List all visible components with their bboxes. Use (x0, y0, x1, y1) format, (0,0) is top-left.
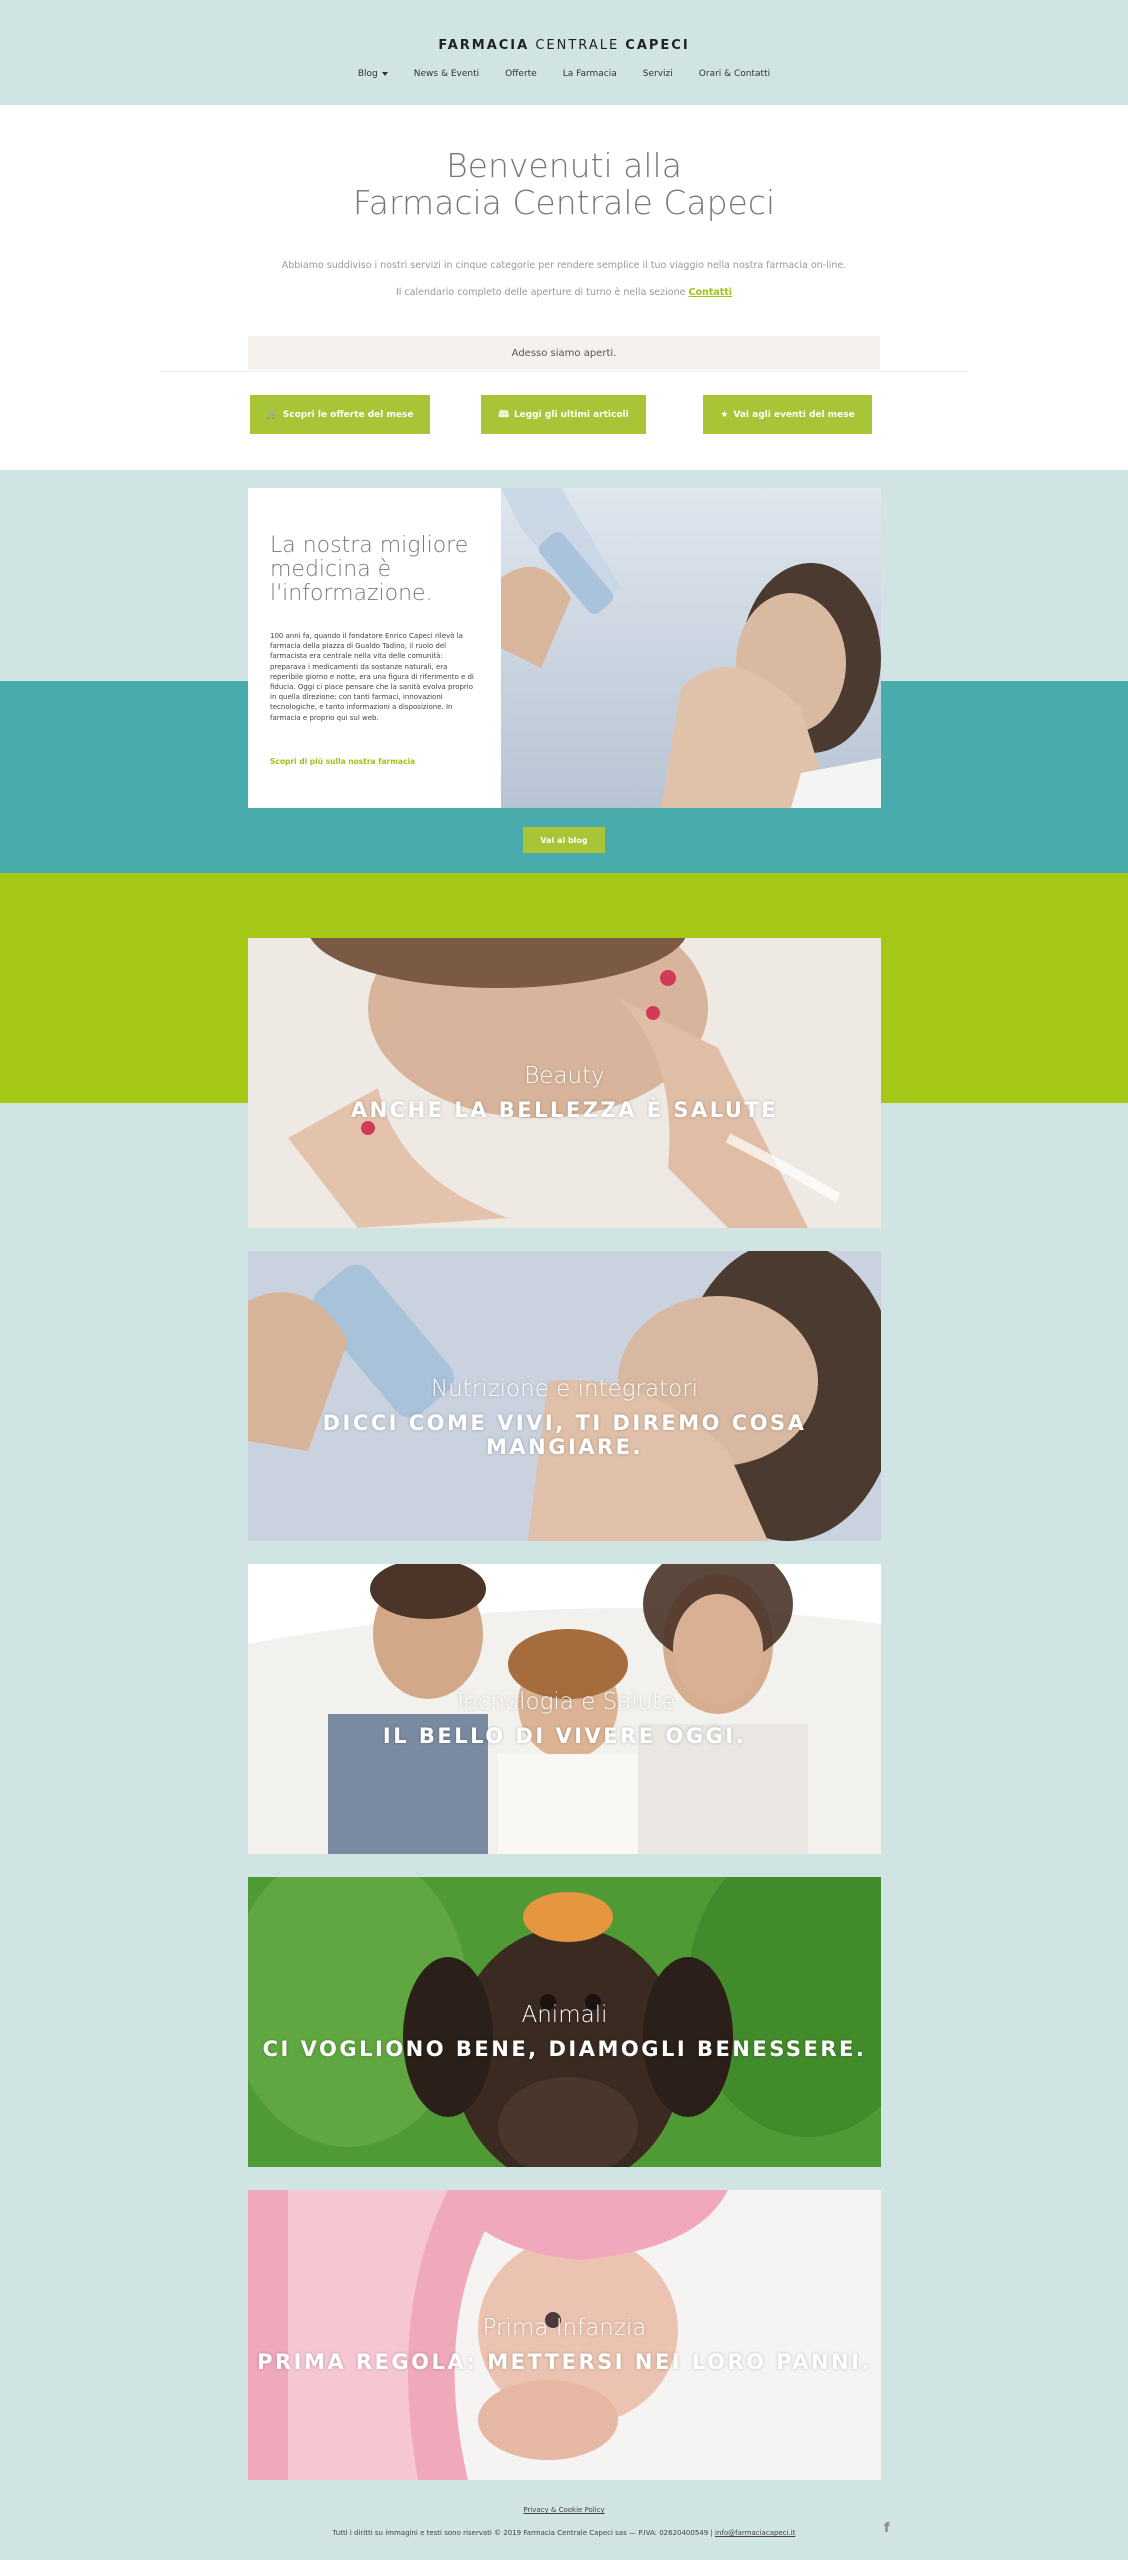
category-title: Animali (521, 2002, 608, 2028)
page-title-line2: Farmacia Centrale Capeci (352, 183, 776, 222)
nav-item-la-farmacia[interactable]: La Farmacia (550, 69, 630, 79)
info-title: La nostra migliore medicina è l'informaz… (270, 533, 469, 606)
site-footer: Privacy & Cookie Policy Tutti i diritti … (0, 2497, 1128, 2537)
offers-button[interactable]: 🛒 Scopri le offerte del mese (250, 395, 430, 434)
nav-item-blog[interactable]: Blog (345, 69, 401, 79)
blog-button[interactable]: Vai al blog (523, 827, 605, 853)
info-body: 100 anni fa, quando il fondatore Enrico … (270, 632, 474, 722)
site-header: FARMACIA CENTRALE CAPECI Blog News & Eve… (0, 0, 1128, 105)
logo-word-capeci: CAPECI (625, 38, 690, 53)
nav-label: Servizi (642, 69, 673, 79)
events-button[interactable]: ★ Vai agli eventi del mese (703, 395, 872, 434)
category-subtitle: CI VOGLIONO BENE, DIAMOGLI BENESSERE. (262, 2037, 867, 2061)
star-icon: ★ (720, 409, 729, 420)
nav-label: Blog (357, 69, 378, 79)
nav-item-offerte[interactable]: Offerte (492, 69, 550, 79)
nav-label: La Farmacia (562, 69, 617, 79)
divider (160, 371, 968, 372)
category-subtitle: ANCHE LA BELLEZZA È SALUTE (350, 1098, 779, 1122)
copyright-text: Tutti i diritti su immagini e testi sono… (0, 2529, 1128, 2537)
category-subtitle: PRIMA REGOLA: METTERSI NEI LORO PANNI. (257, 2350, 872, 2374)
copyright-label: Tutti i diritti su immagini e testi sono… (332, 2529, 716, 2537)
logo-word-farmacia: FARMACIA (438, 38, 530, 53)
cart-icon: 🛒 (266, 409, 278, 420)
category-title: Nutrizione e integratori (430, 1376, 699, 1402)
main-nav: Blog News & Eventi Offerte La Farmacia S… (0, 69, 1128, 79)
nav-label: News & Eventi (413, 69, 480, 79)
category-card-animali[interactable]: Animali CI VOGLIONO BENE, DIAMOGLI BENES… (248, 1877, 881, 2167)
privacy-link[interactable]: Privacy & Cookie Policy (523, 2506, 604, 2514)
contacts-link[interactable]: Contatti (688, 287, 732, 298)
category-title: Prima Infanzia (482, 2315, 647, 2341)
page-title: Benvenuti alla Farmacia Centrale Capeci (0, 147, 1128, 221)
category-card-tecnologia[interactable]: Tecnologia e Salute IL BELLO DI VIVERE O… (248, 1564, 881, 1854)
page-title-line1: Benvenuti alla (446, 146, 682, 185)
nav-item-news-eventi[interactable]: News & Eventi (401, 69, 492, 79)
category-card-nutrizione[interactable]: Nutrizione e integratori DICCI COME VIVI… (248, 1251, 881, 1541)
about-pharmacy-link[interactable]: Scopri di più sulla nostra farmacia (270, 757, 415, 766)
intro-text: Abbiamo suddiviso i nostri servizi in ci… (281, 260, 847, 271)
category-subtitle: IL BELLO DI VIVERE OGGI. (382, 1724, 747, 1748)
book-icon: 🕮 (498, 409, 509, 420)
chevron-down-icon (381, 72, 388, 76)
category-subtitle: DICCI COME VIVI, TI DIREMO COSA MANGIARE… (322, 1411, 807, 1459)
facebook-icon[interactable]: f (884, 2521, 890, 2536)
info-card: La nostra migliore medicina è l'informaz… (248, 488, 881, 808)
welcome-section: Benvenuti alla Farmacia Centrale Capeci A… (0, 105, 1128, 470)
events-button-label: Vai agli eventi del mese (733, 409, 855, 420)
logo-word-centrale: CENTRALE (529, 38, 626, 53)
nav-label: Orari & Contatti (698, 69, 771, 79)
nav-label: Offerte (505, 69, 537, 79)
articles-button[interactable]: 🕮 Leggi gli ultimi articoli (481, 395, 646, 434)
category-title: Tecnologia e Salute (453, 1689, 676, 1715)
articles-button-label: Leggi gli ultimi articoli (513, 409, 629, 420)
open-status-bar: Adesso siamo aperti. (248, 336, 880, 370)
nav-item-orari-contatti[interactable]: Orari & Contatti (686, 69, 783, 79)
info-section: La nostra migliore medicina è l'informaz… (0, 470, 1128, 875)
calendar-text: Il calendario completo delle aperture di… (0, 287, 1128, 298)
email-link[interactable]: info@farmaciacapeci.it (715, 2529, 795, 2537)
woman-drinking-water-image (501, 488, 881, 808)
category-title: Beauty (524, 1063, 605, 1089)
calendar-text-label: Il calendario completo delle aperture di… (395, 287, 689, 298)
category-card-beauty[interactable]: Beauty ANCHE LA BELLEZZA È SALUTE (248, 938, 881, 1228)
nav-item-servizi[interactable]: Servizi (630, 69, 686, 79)
offers-button-label: Scopri le offerte del mese (282, 409, 414, 420)
site-logo[interactable]: FARMACIA CENTRALE CAPECI (0, 38, 1128, 53)
category-card-prima-infanzia[interactable]: Prima Infanzia PRIMA REGOLA: METTERSI NE… (248, 2190, 881, 2480)
info-card-text: La nostra migliore medicina è l'informaz… (248, 488, 501, 808)
